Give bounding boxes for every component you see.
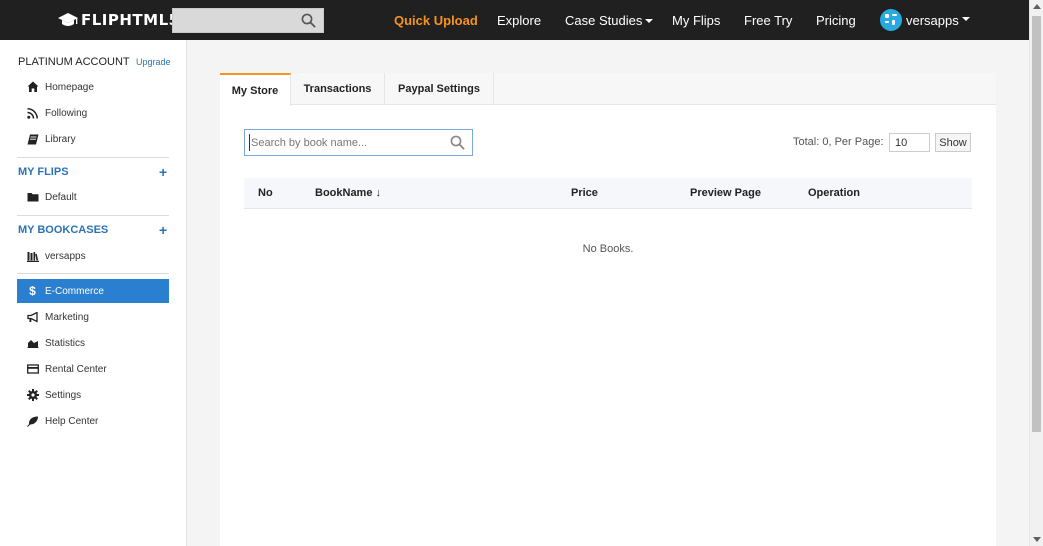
column-bookname[interactable]: BookName ↓: [315, 187, 381, 199]
scroll-down-arrow-icon[interactable]: [1033, 537, 1041, 542]
sidebar: PLATINUM ACCOUNT Upgrade Homepage Follow…: [0, 40, 187, 546]
table-header: No BookName ↓ Price Preview Page Operatio…: [244, 178, 972, 209]
book-search-box: [244, 129, 473, 156]
user-name: versapps: [906, 12, 959, 28]
sidebar-item-label: Statistics: [45, 337, 86, 349]
per-page-input[interactable]: [889, 133, 930, 152]
sidebar-item-statistics[interactable]: Statistics: [17, 331, 169, 355]
logo[interactable]: FLIPHTML5: [58, 10, 180, 30]
sidebar-item-label: Default: [45, 191, 77, 203]
column-operation: Operation: [808, 187, 860, 199]
tab-paypal-settings[interactable]: Paypal Settings: [385, 73, 494, 105]
sidebar-item-label: E-Commerce: [45, 285, 104, 297]
graduation-cap-icon: [58, 13, 78, 26]
area-chart-icon: [26, 337, 39, 350]
nav-explore[interactable]: Explore: [497, 13, 541, 28]
my-bookcases-heading: MY BOOKCASES: [18, 224, 109, 236]
tab-transactions[interactable]: Transactions: [291, 73, 385, 105]
top-navbar: FLIPHTML5 Quick Upload Explore Case Stud…: [0, 0, 1029, 40]
sidebar-item-marketing[interactable]: Marketing: [17, 305, 169, 329]
page-scrollbar[interactable]: [1029, 0, 1043, 546]
sidebar-item-settings[interactable]: Settings: [17, 383, 169, 407]
tab-bar: My Store Transactions Paypal Settings: [220, 73, 996, 106]
sort-down-icon: ↓: [375, 187, 381, 199]
sidebar-item-label: Marketing: [45, 311, 89, 323]
folder-icon: [26, 191, 39, 204]
store-panel: My Store Transactions Paypal Settings To…: [220, 73, 996, 546]
nav-case-studies[interactable]: Case Studies: [565, 13, 654, 28]
chevron-down-icon: [961, 17, 970, 21]
home-icon: [26, 81, 39, 94]
logo-text: FLIPHTML5: [81, 11, 180, 29]
sidebar-item-help-center[interactable]: Help Center: [17, 409, 169, 433]
sidebar-item-label: Help Center: [45, 415, 99, 427]
credit-card-icon: [26, 363, 39, 376]
top-search-input[interactable]: [172, 8, 324, 33]
sidebar-item-following[interactable]: Following: [17, 101, 169, 125]
search-icon[interactable]: [301, 13, 316, 28]
user-menu[interactable]: versapps: [880, 9, 970, 31]
gear-icon: [26, 389, 39, 402]
column-no: No: [258, 187, 273, 199]
chevron-down-icon: [645, 18, 654, 23]
sidebar-item-label: versapps: [45, 250, 86, 262]
scroll-thumb[interactable]: [1032, 16, 1041, 432]
book-search-input[interactable]: [249, 134, 444, 151]
sidebar-item-label: Library: [45, 133, 76, 145]
column-bookname-label: BookName: [315, 187, 373, 199]
sidebar-item-e-commerce[interactable]: $ E-Commerce: [17, 279, 169, 303]
search-icon[interactable]: [450, 135, 465, 150]
sidebar-item-label: Following: [45, 107, 88, 119]
megaphone-icon: [26, 311, 39, 324]
column-price: Price: [571, 187, 598, 199]
nav-quick-upload[interactable]: Quick Upload: [394, 13, 478, 28]
scroll-up-arrow-icon[interactable]: [1033, 4, 1041, 9]
my-flips-heading: MY FLIPS: [18, 166, 69, 178]
show-button[interactable]: Show: [935, 133, 971, 152]
sidebar-item-label: Rental Center: [45, 363, 107, 375]
empty-state-text: No Books.: [582, 243, 634, 255]
divider: [17, 215, 169, 216]
rss-icon: [26, 107, 39, 120]
divider: [17, 273, 169, 274]
total-count-text: Total: 0, Per Page:: [793, 136, 884, 148]
nav-my-flips[interactable]: My Flips: [672, 13, 720, 28]
nav-free-try[interactable]: Free Try: [744, 13, 792, 28]
book-icon: [26, 133, 39, 146]
add-flip-button[interactable]: +: [159, 164, 167, 180]
sidebar-item-label: Homepage: [45, 81, 94, 93]
sidebar-item-label: Settings: [45, 389, 82, 401]
nav-case-studies-label: Case Studies: [565, 13, 643, 28]
leaf-icon: [26, 415, 39, 428]
sidebar-item-homepage[interactable]: Homepage: [17, 75, 169, 99]
sidebar-item-library[interactable]: Library: [17, 127, 169, 151]
account-heading: PLATINUM ACCOUNT: [18, 56, 130, 68]
dollar-icon: $: [29, 284, 36, 298]
column-preview-page: Preview Page: [690, 187, 761, 199]
sidebar-item-rental-center[interactable]: Rental Center: [17, 357, 169, 381]
divider: [17, 157, 169, 158]
upgrade-link[interactable]: Upgrade: [136, 57, 171, 67]
sidebar-item-versapps[interactable]: versapps: [17, 244, 169, 268]
tab-my-store[interactable]: My Store: [220, 73, 291, 106]
avatar: [880, 9, 902, 31]
sidebar-item-default[interactable]: Default: [17, 185, 169, 209]
nav-pricing[interactable]: Pricing: [816, 13, 856, 28]
add-bookcase-button[interactable]: +: [159, 222, 167, 238]
bookcase-icon: [26, 250, 39, 263]
